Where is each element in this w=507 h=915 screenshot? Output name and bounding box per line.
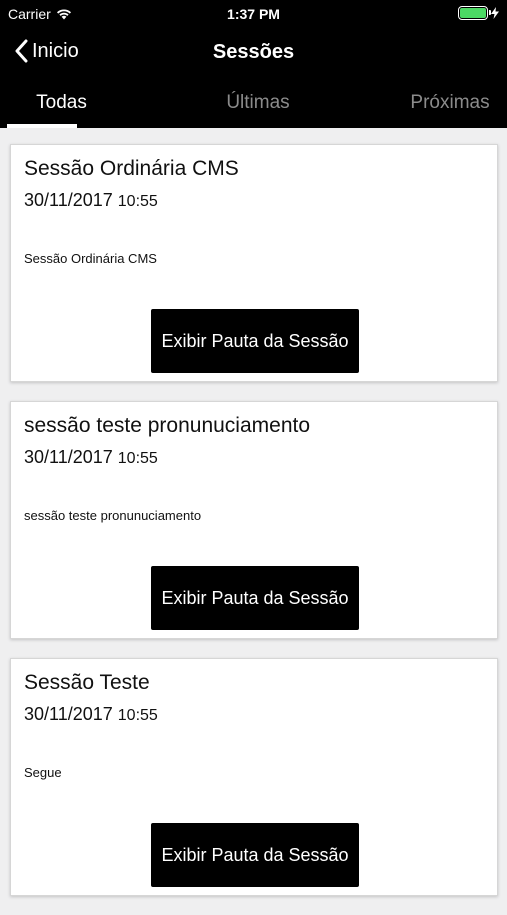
session-time: 10:55 bbox=[117, 193, 158, 210]
session-date: 30/11/2017 bbox=[24, 190, 113, 210]
view-agenda-button[interactable]: Exibir Pauta da Sessão bbox=[151, 823, 359, 887]
session-date: 30/11/2017 bbox=[24, 704, 113, 724]
view-agenda-button[interactable]: Exibir Pauta da Sessão bbox=[151, 566, 359, 630]
tab-todas[interactable]: Todas bbox=[0, 80, 123, 128]
tab-ultimas[interactable]: Últimas bbox=[123, 80, 393, 128]
tab-bar: Todas Últimas Próximas bbox=[0, 80, 507, 128]
tab-proximas[interactable]: Próximas bbox=[393, 80, 507, 128]
battery-area bbox=[458, 6, 499, 20]
session-title: Sessão Teste bbox=[24, 671, 150, 694]
app-header: Carrier 1:37 PM Inicio Sessões Todas Últ… bbox=[0, 0, 507, 128]
status-time: 1:37 PM bbox=[227, 6, 280, 22]
session-datetime: 30/11/2017 10:55 bbox=[24, 447, 158, 468]
page-title: Sessões bbox=[212, 41, 295, 63]
session-description: Segue bbox=[24, 765, 62, 780]
session-time: 10:55 bbox=[117, 450, 158, 467]
charging-icon bbox=[491, 7, 499, 19]
session-time: 10:55 bbox=[117, 707, 158, 724]
session-date: 30/11/2017 bbox=[24, 447, 113, 467]
session-description: sessão teste pronunuciamento bbox=[24, 508, 202, 523]
session-datetime: 30/11/2017 10:55 bbox=[24, 704, 158, 725]
session-title: Sessão Ordinária CMS bbox=[24, 157, 239, 180]
session-description: Sessão Ordinária CMS bbox=[24, 251, 157, 266]
view-agenda-button[interactable]: Exibir Pauta da Sessão bbox=[151, 309, 359, 373]
session-title: sessão teste pronunuciamento bbox=[24, 414, 311, 437]
session-card: sessão teste pronunuciamento 30/11/2017 … bbox=[10, 401, 498, 639]
session-datetime: 30/11/2017 10:55 bbox=[24, 190, 158, 211]
session-card: Sessão Teste 30/11/2017 10:55 Segue Exib… bbox=[10, 658, 498, 896]
status-bar: Carrier 1:37 PM bbox=[0, 0, 507, 28]
nav-bar: Inicio Sessões bbox=[0, 30, 507, 76]
battery-icon bbox=[458, 6, 491, 20]
session-card: Sessão Ordinária CMS 30/11/2017 10:55 Se… bbox=[10, 144, 498, 382]
session-list: Sessão Ordinária CMS 30/11/2017 10:55 Se… bbox=[10, 144, 498, 915]
